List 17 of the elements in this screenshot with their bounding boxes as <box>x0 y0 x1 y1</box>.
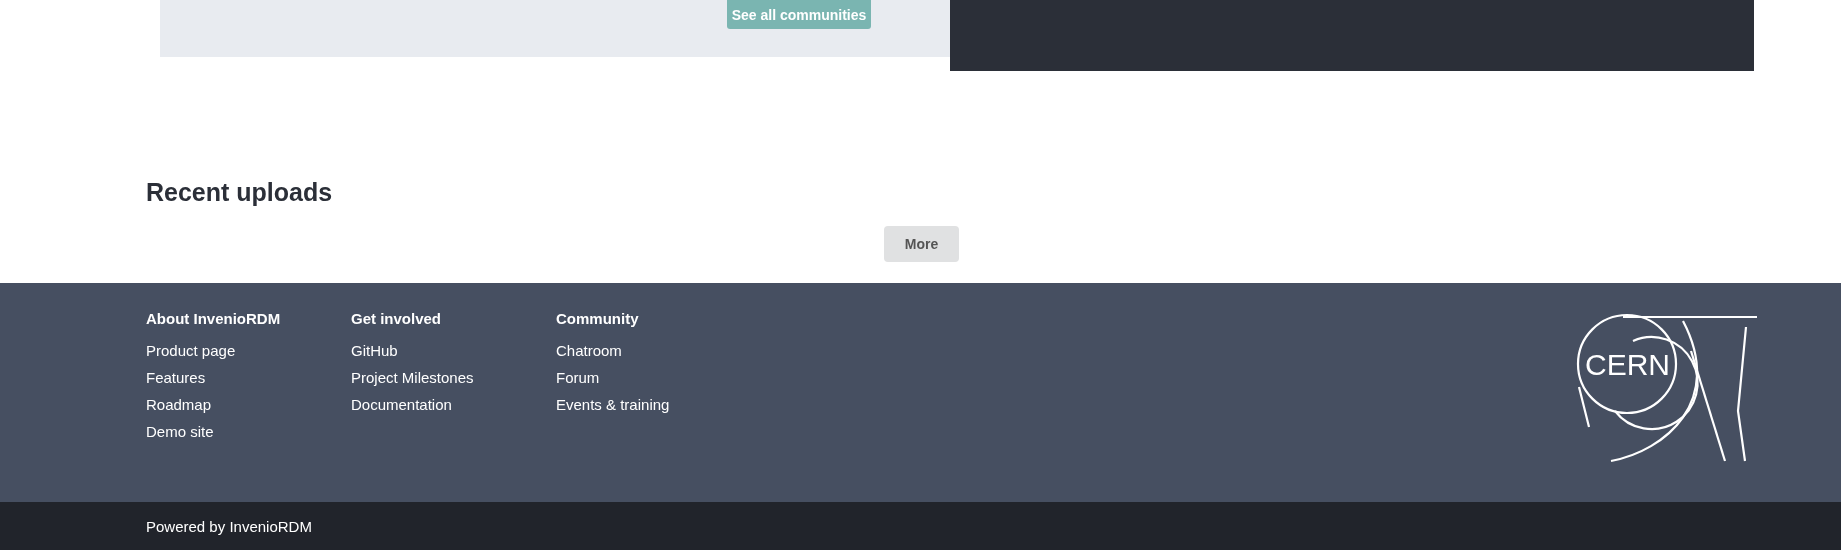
footer-heading: About InvenioRDM <box>146 309 282 329</box>
footer-link[interactable]: GitHub <box>351 337 398 364</box>
footer-link[interactable]: Forum <box>556 364 600 391</box>
footer-link[interactable]: Project Milestones <box>351 364 474 391</box>
footer-heading: Get involved <box>351 309 443 329</box>
footer-link[interactable]: Demo site <box>146 418 214 445</box>
section-title: Recent uploads <box>146 178 334 206</box>
footer-heading: Community <box>556 309 640 329</box>
footer-link[interactable]: Roadmap <box>146 391 212 418</box>
footer-link[interactable]: Features <box>146 364 206 391</box>
footer-link[interactable]: Chatroom <box>556 337 622 364</box>
footer-link[interactable]: Product page <box>146 337 236 364</box>
more-button[interactable]: More <box>884 226 959 262</box>
footer-link[interactable]: Events & training <box>556 391 670 418</box>
footer-link[interactable]: Documentation <box>351 391 452 418</box>
powered-by-text: Powered by InvenioRDM <box>146 517 312 535</box>
cern-logo[interactable]: CERN <box>1575 311 1761 463</box>
